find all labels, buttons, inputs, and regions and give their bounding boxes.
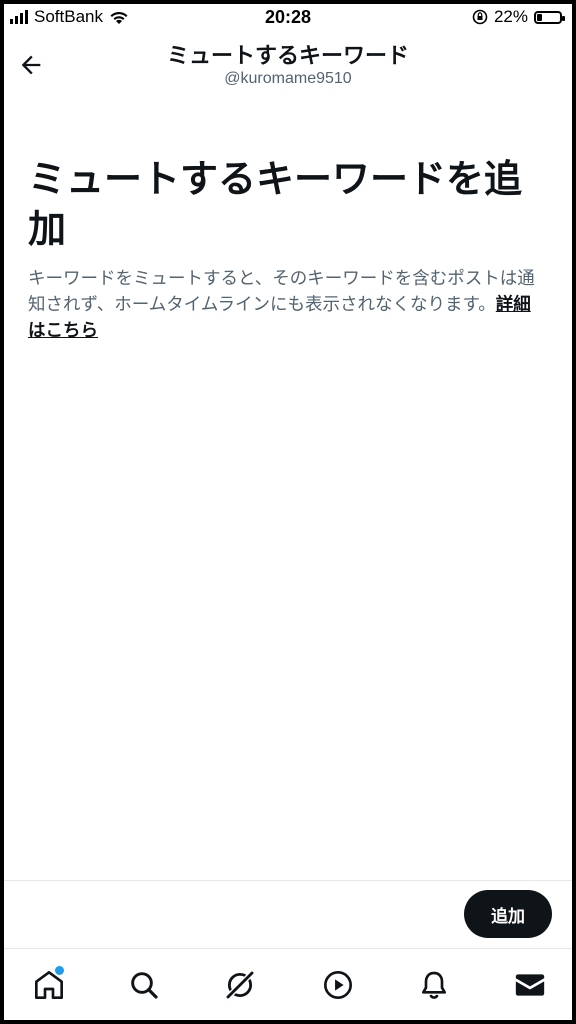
battery-percent: 22% [493,7,528,26]
status-right: 22% [472,4,565,30]
add-button[interactable]: 追加 [464,890,552,938]
status-bar: SoftBank 20:28 22% [4,4,572,30]
notifications-icon [422,971,446,999]
description: キーワードをミュートすると、そのキーワードを含むポストは通知されず、ホームタイム… [28,266,548,344]
page-title: ミュートするキーワード [166,44,409,69]
play-icon [324,971,352,999]
tab-search[interactable] [126,967,162,1003]
search-icon [131,972,158,999]
tab-notifications[interactable] [416,967,452,1003]
account-username: @kuromame9510 [224,70,352,87]
footer-divider [4,880,572,881]
grok-icon [225,970,255,1000]
section-heading: ミュートするキーワードを追加 [28,157,523,251]
tab-video[interactable] [320,967,356,1003]
notification-badge [54,965,65,976]
tab-home[interactable] [31,965,67,1003]
tab-messages[interactable] [512,967,548,1003]
battery-level [537,13,542,21]
description-text: キーワードをミュートすると、そのキーワードを含むポストは通知されず、ホームタイム… [28,269,535,315]
battery-icon [534,10,565,24]
tab-bar [4,949,572,1020]
device-frame: SoftBank 20:28 22% ミュートするキーワード @kuromame… [0,0,576,1024]
tab-grok[interactable] [222,967,258,1003]
screen: SoftBank 20:28 22% ミュートするキーワード @kuromame… [4,4,572,1020]
header: ミュートするキーワード @kuromame9510 [4,30,572,100]
orientation-lock-icon [472,9,488,25]
messages-icon [515,974,545,996]
